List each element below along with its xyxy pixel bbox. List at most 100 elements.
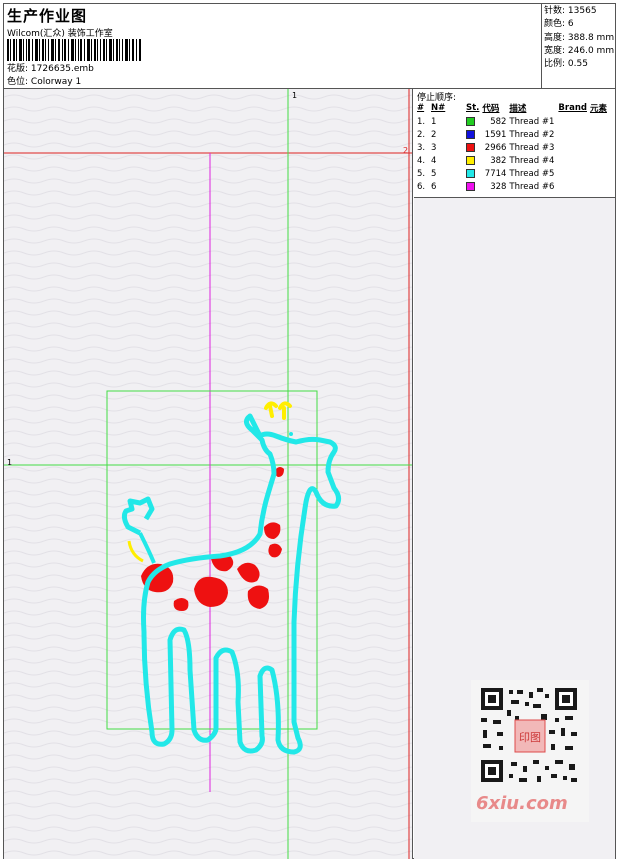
thread-num: 5. [417, 168, 426, 179]
thread-swatch-cell [466, 154, 482, 167]
stat-height-value: 388.8 mm [567, 32, 615, 43]
thread-code: 582 [490, 116, 507, 127]
thread-table: # N# St. 代码 描述 Brand 元素 1. 1 582 Thread #1 2… [417, 102, 610, 193]
page-title: 生产作业图 [7, 7, 88, 25]
col-element: 元素 [589, 104, 607, 114]
guide-label-right: 2 [403, 146, 409, 155]
thread-num: 6. [417, 181, 426, 192]
design-stats: 针数: 13565 颜色: 6 高度: 388.8 mm 宽度: 246.0 m… [541, 4, 615, 88]
thread-code: 328 [490, 181, 507, 192]
thread-row: 4. 4 382 Thread #4 [417, 154, 610, 167]
thread-brand [558, 167, 590, 180]
thread-brand [558, 180, 590, 193]
thread-desc: Thread #1 [509, 116, 555, 127]
giraffe-eye [266, 432, 270, 436]
stat-scale: 比例: 0.55 [544, 58, 615, 71]
thread-element [590, 128, 610, 141]
col-n: N# [431, 103, 446, 113]
stat-height-label: 高度: [544, 32, 566, 43]
thread-swatch-cell [466, 141, 482, 154]
col-num: # [417, 103, 425, 113]
thread-brand [558, 128, 590, 141]
thread-brand [558, 154, 590, 167]
thread-swatch-cell [466, 167, 482, 180]
stat-width-label: 宽度: [544, 45, 566, 56]
file-label: 花版: [7, 64, 29, 74]
thread-n: 2 [431, 129, 437, 140]
thread-panel: 停止顺序: # N# St. 代码 描述 Brand 元素 1. 1 582 Thre… [414, 89, 615, 198]
thread-brand [558, 141, 590, 154]
stamp-logo-text: 印图 [519, 731, 541, 744]
guide-label-left: 1 [7, 458, 13, 467]
stat-scale-value: 0.55 [567, 59, 588, 70]
thread-num: 1. [417, 116, 426, 127]
stat-colors-value: 6 [567, 19, 574, 30]
colorway-name: Colorway 1 [30, 77, 82, 87]
col-code: 代码 [482, 104, 500, 114]
thread-element [590, 141, 610, 154]
file-info: 花版: 1726635.emb 色位: Colorway 1 [7, 63, 94, 89]
thread-code: 7714 [484, 168, 507, 179]
stat-stitches-value: 13565 [567, 6, 597, 16]
colorway-label: 色位: [7, 77, 29, 87]
stat-width-value: 246.0 mm [567, 45, 615, 56]
thread-desc: Thread #6 [509, 181, 555, 192]
thread-element [590, 154, 610, 167]
thread-desc: Thread #4 [509, 155, 555, 166]
thread-color-swatch [466, 116, 475, 126]
thread-rows: 1. 1 582 Thread #1 2. 2 1591 Thread #2 3. 3 2966 Th… [417, 115, 610, 193]
fabric-texture [4, 89, 412, 859]
thread-color-swatch [466, 142, 475, 152]
thread-element [590, 167, 610, 180]
thread-desc: Thread #2 [509, 129, 555, 140]
thread-brand [558, 115, 590, 128]
thread-color-swatch [466, 168, 475, 178]
col-st: St. [466, 103, 480, 113]
stat-stitches: 针数: 13565 [544, 5, 615, 18]
thread-element [590, 180, 610, 193]
guide-label-top: 1 [292, 91, 298, 100]
design-preview: 1 2 1 [4, 89, 412, 859]
thread-row: 5. 5 7714 Thread #5 [417, 167, 610, 180]
thread-num: 3. [417, 142, 426, 153]
file-row: 花版: 1726635.emb [7, 63, 94, 76]
thread-code: 382 [490, 155, 507, 166]
stat-colors: 颜色: 6 [544, 18, 615, 31]
thread-num: 4. [417, 155, 426, 166]
stat-stitches-label: 针数: [544, 6, 566, 16]
thread-n: 6 [431, 181, 437, 192]
thread-color-swatch [466, 129, 475, 139]
file-name: 1726635.emb [30, 64, 94, 74]
thread-code: 1591 [484, 129, 507, 140]
barcode [7, 39, 141, 61]
stat-height: 高度: 388.8 mm [544, 32, 615, 45]
thread-row: 2. 2 1591 Thread #2 [417, 128, 610, 141]
watermark: 6xiu.com [476, 793, 568, 814]
col-desc: 描述 [509, 104, 527, 114]
thread-color-swatch [466, 155, 475, 165]
header-info: 生产作业图 Wilcom(汇众) 装饰工作室 花版: 1726635.emb 色… [4, 4, 541, 88]
thread-table-header: # N# St. 代码 描述 Brand 元素 [417, 102, 610, 115]
design-canvas [4, 89, 412, 859]
stat-scale-label: 比例: [544, 59, 566, 70]
production-worksheet: 生产作业图 Wilcom(汇众) 装饰工作室 花版: 1726635.emb 色… [3, 3, 616, 859]
thread-code: 2966 [484, 142, 507, 153]
company-name: Wilcom(汇众) 装饰工作室 [7, 29, 113, 39]
thread-n: 4 [431, 155, 437, 166]
thread-element [590, 115, 610, 128]
thread-color-swatch [466, 181, 475, 191]
stat-colors-label: 颜色: [544, 19, 566, 30]
thread-swatch-cell [466, 115, 482, 128]
thread-swatch-cell [466, 180, 482, 193]
thread-row: 1. 1 582 Thread #1 [417, 115, 610, 128]
stat-width: 宽度: 246.0 mm [544, 45, 615, 58]
thread-row: 6. 6 328 Thread #6 [417, 180, 610, 193]
thread-n: 1 [431, 116, 437, 127]
panel-divider [412, 89, 413, 859]
col-brand: Brand [558, 103, 587, 113]
thread-desc: Thread #3 [509, 142, 555, 153]
thread-n: 3 [431, 142, 437, 153]
thread-n: 5 [431, 168, 437, 179]
thread-swatch-cell [466, 128, 482, 141]
thread-desc: Thread #5 [509, 168, 555, 179]
